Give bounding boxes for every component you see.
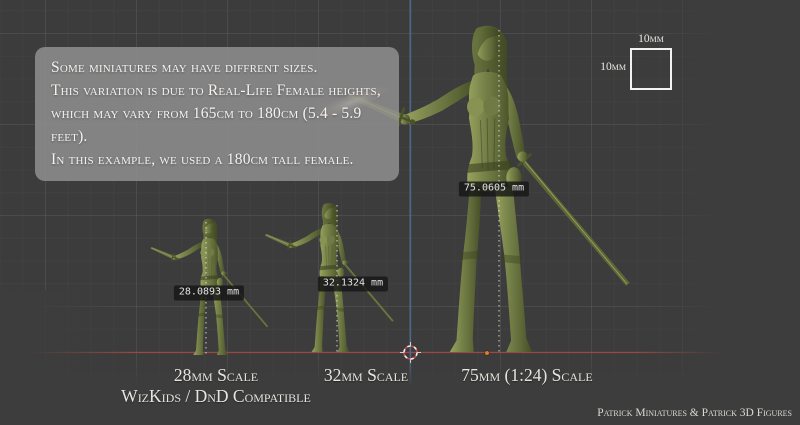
measurement-label-28mm: 28.0893 mm bbox=[174, 286, 244, 301]
reference-square-10mm bbox=[630, 48, 672, 90]
reference-square-top-label: 10mm bbox=[638, 33, 664, 45]
measurement-label-32mm: 32.1324 mm bbox=[318, 277, 388, 292]
footer-credit: Patrick Miniatures & Patrick 3D Figures bbox=[597, 407, 792, 419]
blender-3d-viewport[interactable]: Some miniatures may have diffrent sizes.… bbox=[0, 0, 800, 425]
scale-title-75mm: 75mm (1:24) Scale bbox=[461, 365, 592, 385]
info-line: In this example, we used a 180cm tall fe… bbox=[51, 148, 385, 171]
measurement-label-75mm: 75.0605 mm bbox=[459, 182, 529, 197]
info-line: This variation is due to Real-Life Femal… bbox=[51, 79, 385, 102]
info-box: Some miniatures may have diffrent sizes.… bbox=[35, 47, 399, 181]
scale-title-28mm: 28mm Scale bbox=[174, 365, 258, 385]
info-line: which may vary from 165cm to 180cm (5.4 … bbox=[51, 102, 385, 148]
info-line: Some miniatures may have diffrent sizes. bbox=[51, 56, 385, 79]
object-origin-dot bbox=[485, 351, 490, 356]
scale-subtitle-28mm: WizKids / DnD Compatible bbox=[121, 386, 311, 406]
scale-title-32mm: 32mm Scale bbox=[324, 365, 408, 385]
reference-square-side-label: 10mm bbox=[592, 61, 626, 73]
